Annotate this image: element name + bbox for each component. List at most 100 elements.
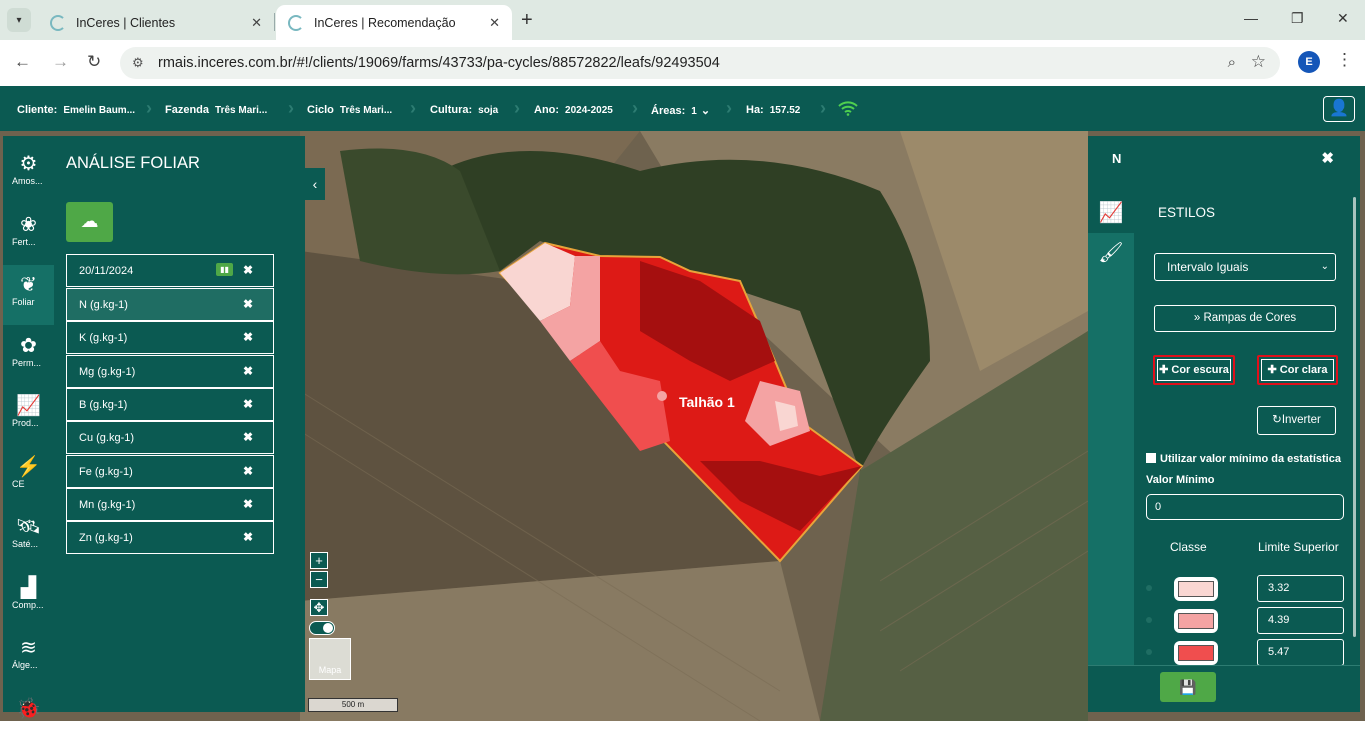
wifi-icon (838, 101, 858, 116)
tab-clientes[interactable]: InCeres | Clientes ✕ (38, 5, 274, 40)
class-color-swatch[interactable] (1174, 577, 1218, 601)
book-icon[interactable]: ▮▮ (216, 263, 233, 276)
minimize-icon[interactable]: — (1244, 10, 1258, 26)
crumb-areas[interactable]: Áreas: 1 ⌄ (651, 104, 710, 117)
move-icon[interactable]: ✥ (310, 599, 328, 616)
close-icon[interactable]: ✖ (243, 430, 253, 444)
crumb-cliente[interactable]: Cliente: Emelin Baum... (17, 104, 135, 116)
site-info-icon[interactable]: ⚙ (132, 55, 144, 71)
nutrient-row[interactable]: Zn (g.kg-1) ✖ (66, 521, 274, 555)
crumb-ha: Ha: 157.52 (746, 104, 800, 116)
tab-paint[interactable]: 🖌 (1088, 233, 1134, 273)
user-menu-button[interactable]: 👤 (1323, 96, 1355, 122)
close-icon[interactable]: ✖ (243, 397, 253, 411)
crumb-ciclo[interactable]: Ciclo Três Mari... (307, 104, 392, 116)
use-min-checkbox-row[interactable]: Utilizar valor mínimo da estatística (1146, 453, 1341, 465)
close-window-icon[interactable]: ✕ (1337, 10, 1349, 27)
save-button[interactable]: 💾 (1160, 672, 1216, 702)
nutrient-label: B (g.kg-1) (79, 398, 128, 411)
nutrient-row[interactable]: B (g.kg-1) ✖ (66, 387, 274, 421)
tab-chart[interactable]: 📈 (1088, 193, 1134, 233)
close-icon[interactable]: ✖ (243, 497, 253, 511)
method-select[interactable]: Intervalo Iguais ⌄ (1154, 253, 1336, 281)
dark-color-button[interactable]: ✚ Cor escura (1153, 355, 1235, 385)
back-icon[interactable]: ← (14, 52, 31, 72)
close-icon[interactable]: ✖ (243, 297, 253, 311)
rail-item-7[interactable]: 🛰 Saté... (3, 507, 54, 567)
rail-item-5[interactable]: 📈 Prod... (3, 386, 54, 446)
crumb-label: Ciclo (307, 104, 334, 116)
rail-item-4[interactable]: ✿ Perm... (3, 326, 54, 386)
reload-icon[interactable]: ↻ (87, 52, 101, 72)
chevron-down-icon: ⌄ (1320, 261, 1329, 272)
crumb-value: 2024-2025 (565, 105, 613, 116)
class-color-swatch[interactable] (1174, 609, 1218, 633)
nutrient-row[interactable]: Fe (g.kg-1) ✖ (66, 454, 274, 488)
nutrient-row[interactable]: Mg (g.kg-1) ✖ (66, 354, 274, 388)
zoom-out-button[interactable]: − (310, 571, 328, 588)
close-icon[interactable]: ✖ (243, 464, 253, 478)
new-tab-button[interactable]: + (521, 9, 533, 32)
close-icon[interactable]: ✖ (1321, 149, 1334, 167)
scrollbar[interactable] (1353, 197, 1356, 637)
tab-title: InCeres | Clientes (76, 15, 176, 30)
drag-handle[interactable] (1146, 585, 1152, 591)
chart-line-icon: 📈 (1098, 202, 1124, 224)
rail-item-3[interactable]: ❦ Foliar (3, 265, 54, 325)
close-tab-icon[interactable]: ✕ (489, 15, 500, 31)
crumb-cultura[interactable]: Cultura: soja (430, 104, 498, 116)
nutrient-row[interactable]: Mn (g.kg-1) ✖ (66, 487, 274, 521)
invert-button[interactable]: ↻Inverter (1257, 406, 1336, 435)
light-color-button[interactable]: ✚ Cor clara (1257, 355, 1338, 385)
class-column-header: Classe (1170, 540, 1207, 554)
url-omnibox[interactable]: ⚙ rmais.inceres.com.br/#!/clients/19069/… (120, 47, 1280, 79)
class-limit-input[interactable]: 5.47 (1257, 639, 1344, 665)
crumb-ano[interactable]: Ano: 2024-2025 (534, 104, 613, 116)
url-text[interactable]: rmais.inceres.com.br/#!/clients/19069/fa… (158, 55, 720, 71)
close-icon[interactable]: ✖ (243, 530, 253, 544)
close-tab-icon[interactable]: ✕ (251, 15, 262, 31)
class-row: 3.32 (1146, 575, 1346, 603)
browser-menu-icon[interactable]: ⋮ (1336, 50, 1353, 70)
tab-search-button[interactable]: ▾ (7, 8, 31, 32)
nutrient-label: Zn (g.kg-1) (79, 532, 133, 545)
color-ramps-button[interactable]: » Rampas de Cores (1154, 305, 1336, 332)
date-row[interactable]: 20/11/2024 ▮▮ ✖ (66, 254, 274, 287)
zoom-icon[interactable]: ⌕ (1228, 54, 1236, 71)
chevron-left-icon: ‹ (312, 176, 318, 192)
crumb-fazenda[interactable]: Fazenda Três Mari... (165, 104, 267, 116)
rail-item-2[interactable]: ❀ Fert... (3, 205, 54, 265)
nutrient-row[interactable]: N (g.kg-1) ✖ (66, 288, 274, 321)
rail-item-10[interactable]: 🐞 (3, 689, 54, 749)
rail-item-9[interactable]: ≋ Álge... (3, 628, 54, 688)
class-limit-input[interactable]: 4.39 (1257, 607, 1344, 634)
upload-button[interactable]: ☁ (66, 202, 113, 242)
class-color-swatch[interactable] (1174, 641, 1218, 665)
tab-recomendacao[interactable]: InCeres | Recomendação ✕ (276, 5, 512, 40)
inceres-favicon-icon (288, 14, 304, 31)
basemap-thumbnail[interactable]: Mapa (309, 638, 351, 680)
nutrient-row[interactable]: Cu (g.kg-1) ✖ (66, 421, 274, 455)
class-limit-input[interactable]: 3.32 (1257, 575, 1344, 602)
profile-avatar[interactable]: E (1298, 51, 1320, 73)
close-icon[interactable]: ✖ (243, 263, 253, 277)
min-value-input[interactable]: 0 (1146, 494, 1344, 520)
rail-item-8[interactable]: ▟ Comp... (3, 568, 54, 628)
drag-handle[interactable] (1146, 617, 1152, 623)
close-icon[interactable]: ✖ (243, 330, 253, 344)
close-icon[interactable]: ✖ (243, 364, 253, 378)
rail-item-1[interactable]: ⚙ Amos... (3, 144, 54, 204)
leaf-analysis-panel: ANÁLISE FOLIAR ☁ 20/11/2024 ▮▮ ✖ N (g.kg… (54, 136, 305, 712)
bookmark-star-icon[interactable]: ☆ (1251, 52, 1266, 72)
nutrient-row[interactable]: K (g.kg-1) ✖ (66, 321, 274, 355)
rail-item-label: Amos... (12, 176, 43, 186)
collapse-panel-button[interactable]: ‹ (305, 168, 325, 200)
layer-toggle[interactable] (309, 621, 335, 635)
zoom-in-button[interactable]: + (310, 552, 328, 569)
drag-handle[interactable] (1146, 649, 1152, 655)
restore-icon[interactable]: ❐ (1291, 10, 1304, 27)
class-row: 5.47 (1146, 639, 1346, 665)
forward-icon[interactable]: → (52, 52, 69, 72)
rail-item-6[interactable]: ⚡ CE (3, 447, 54, 507)
use-min-checkbox[interactable] (1146, 453, 1156, 463)
